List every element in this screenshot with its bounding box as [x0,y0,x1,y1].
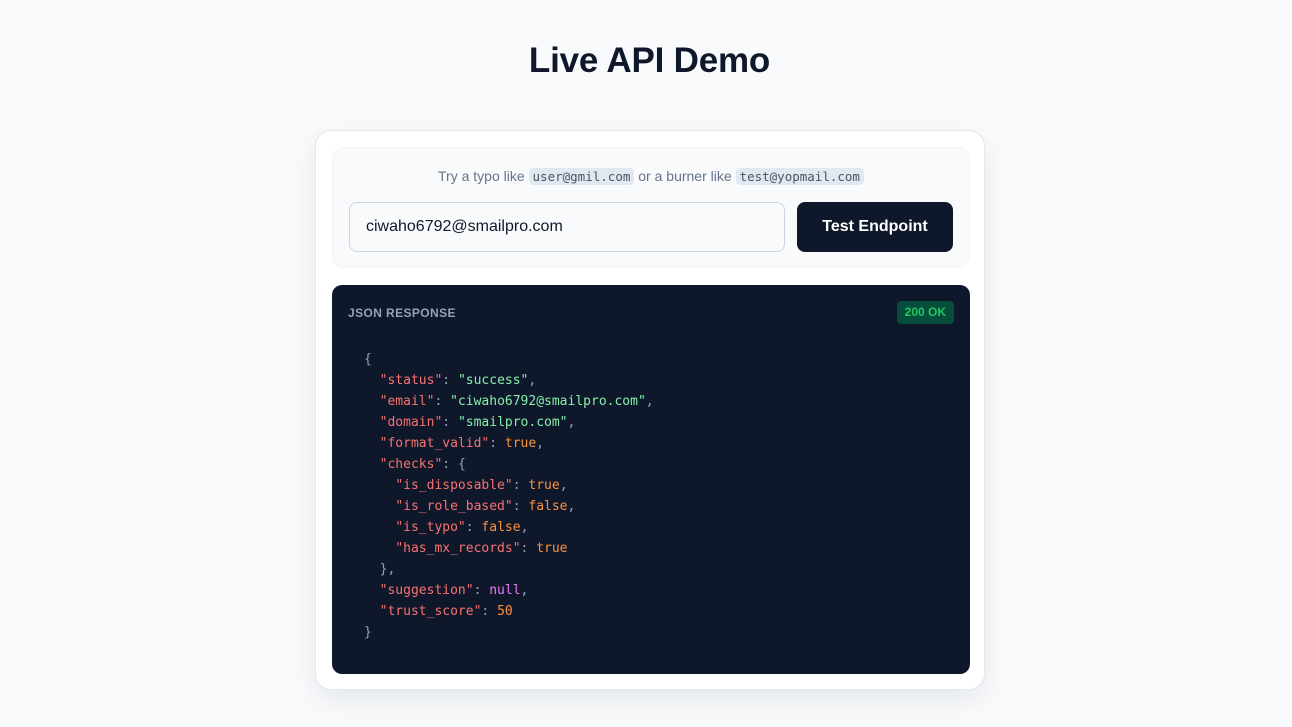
json-colon: : [512,499,529,514]
json-line: "status": "success", [364,370,654,391]
json-key: "format_valid" [379,436,490,451]
json-value: false [481,520,521,535]
json-value: "smailpro.com" [457,415,568,430]
json-comma: , [520,520,529,535]
json-colon: : [473,583,490,598]
json-line: "is_disposable": true, [364,475,654,496]
input-panel: Try a typo like user@gmil.com or a burne… [332,147,970,268]
json-value: "ciwaho6792@smailpro.com" [450,394,646,409]
json-response-panel: JSON RESPONSE 200 OK { "status": "succes… [332,285,970,674]
json-value: { [457,457,466,472]
json-value: } [364,625,372,640]
json-key: "is_role_based" [395,499,513,514]
json-value: true [504,436,537,451]
json-key: "suggestion" [379,583,474,598]
json-key: "checks" [379,457,443,472]
json-colon: : [465,520,482,535]
email-input[interactable] [349,202,785,252]
json-comma: , [567,415,576,430]
json-colon: : [512,478,529,493]
json-key: "trust_score" [379,604,482,619]
json-comma: , [559,478,568,493]
response-label: JSON RESPONSE [348,306,456,320]
test-endpoint-button[interactable]: Test Endpoint [797,202,953,252]
json-key: "domain" [379,415,443,430]
json-line: "has_mx_records": true [364,538,654,559]
json-line: "is_typo": false, [364,517,654,538]
json-line: "trust_score": 50 [364,601,654,622]
hint-text-middle: or a burner like [634,168,736,184]
json-comma: , [520,583,529,598]
json-response-body: { "status": "success", "email": "ciwaho6… [364,349,654,643]
json-value: null [489,583,521,598]
json-line: "domain": "smailpro.com", [364,412,654,433]
json-key: "email" [379,394,435,409]
json-value: true [536,541,568,556]
typo-example: user@gmil.com [528,168,635,185]
status-badge: 200 OK [896,301,954,324]
json-comma: , [387,562,396,577]
json-value: false [528,499,568,514]
page-title: Live API Demo [528,41,771,80]
hint-text-before: Try a typo like [438,168,529,184]
json-colon: : [481,604,498,619]
json-key: "is_disposable" [395,478,513,493]
json-colon: : [489,436,505,451]
api-demo-card: Try a typo like user@gmil.com or a burne… [315,130,985,690]
json-comma: , [567,499,576,514]
json-colon: : [442,457,458,472]
json-comma: , [536,436,545,451]
json-line: "suggestion": null, [364,580,654,601]
json-line: "email": "ciwaho6792@smailpro.com", [364,391,654,412]
json-line: "is_role_based": false, [364,496,654,517]
json-key: "has_mx_records" [395,541,521,556]
json-line: "format_valid": true, [364,433,654,454]
example-hint: Try a typo like user@gmil.com or a burne… [333,166,969,187]
json-value: true [528,478,560,493]
json-line: }, [364,559,654,580]
json-value: { [364,352,372,367]
json-colon: : [520,541,537,556]
json-key: "status" [379,373,443,388]
json-colon: : [434,394,451,409]
json-value: "success" [457,373,529,388]
json-comma: , [528,373,537,388]
json-value: 50 [497,604,513,619]
json-line: "checks": { [364,454,654,475]
json-line: } [364,622,654,643]
burner-example: test@yopmail.com [735,168,864,185]
json-comma: , [645,394,654,409]
json-colon: : [442,415,458,430]
json-colon: : [442,373,458,388]
json-line: { [364,349,654,370]
json-key: "is_typo" [395,520,466,535]
